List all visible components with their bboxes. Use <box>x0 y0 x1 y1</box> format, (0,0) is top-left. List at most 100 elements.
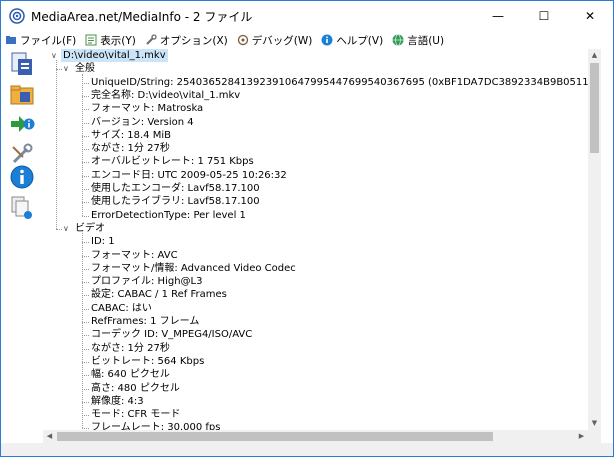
menu-file[interactable]: ファイル(F) <box>1 31 81 49</box>
tree-item: フォーマット: AVC <box>91 249 178 261</box>
mediainfo-app-icon <box>9 8 25 24</box>
tree-item: バージョン: Version 4 <box>91 116 194 128</box>
open-folder-button[interactable] <box>9 82 35 108</box>
tree-connector <box>82 135 89 137</box>
tree-item: ID: 1 <box>91 236 115 248</box>
tree-item: モード: CFR モード <box>91 409 181 421</box>
close-button[interactable]: ✕ <box>567 1 613 31</box>
tree-connector <box>82 202 89 204</box>
section-expand-chevron-icon[interactable]: ∨ <box>63 224 71 233</box>
tree-connector <box>82 348 89 350</box>
menu-file-label: ファイル(F) <box>20 34 77 47</box>
tree-connector <box>82 82 89 84</box>
folder-icon <box>6 36 16 44</box>
tree-connector <box>82 95 89 97</box>
info-icon <box>10 165 34 189</box>
open-file-button[interactable] <box>9 51 35 77</box>
about-button[interactable] <box>9 164 35 190</box>
scroll-up-arrow-icon[interactable]: ▲ <box>588 49 601 62</box>
tree-connector <box>82 295 89 297</box>
scroll-down-arrow-icon[interactable]: ▼ <box>588 417 601 430</box>
open-folder-icon <box>10 85 34 105</box>
scroll-left-arrow-icon[interactable]: ◀ <box>43 430 56 443</box>
tree-item: 高さ: 480 ピクセル <box>91 382 180 394</box>
tree-item: 設定: CABAC / 1 Ref Frames <box>91 289 227 301</box>
tree-connector <box>82 401 89 403</box>
menu-view-label: 表示(Y) <box>100 34 136 47</box>
tree-item: 完全名称: D:\video\vital_1.mkv <box>91 89 241 101</box>
horizontal-scrollbar[interactable]: ◀ ▶ <box>43 430 588 443</box>
tree-item: ながさ: 1分 27秒 <box>91 342 170 354</box>
tree-connector <box>82 189 89 190</box>
bug-icon <box>237 34 248 46</box>
title-bar[interactable]: MediaArea.net/MediaInfo - 2 ファイル — ☐ ✕ <box>1 1 613 31</box>
view-icon <box>85 34 97 46</box>
tree-connector <box>82 375 89 377</box>
mediainfo-window: MediaArea.net/MediaInfo - 2 ファイル — ☐ ✕ フ… <box>0 0 614 457</box>
tree-connector <box>82 322 89 323</box>
tree-connector <box>82 415 89 417</box>
menu-help[interactable]: ヘルプ(V) <box>317 31 388 49</box>
tree-connector <box>82 268 89 270</box>
menu-help-label: ヘルプ(V) <box>336 34 384 47</box>
tree-item: サイズ: 18.4 MiB <box>91 129 171 141</box>
tree-connector <box>82 388 89 390</box>
menu-language-label: 言語(U) <box>407 34 445 47</box>
globe-icon <box>392 34 404 46</box>
close-icon: ✕ <box>584 9 596 23</box>
tree-item: ビットレート: 564 Kbps <box>91 355 205 367</box>
tree-connector <box>82 215 89 217</box>
tree-connector <box>56 228 62 230</box>
tree-item: ながさ: 1分 27秒 <box>91 143 170 155</box>
tree-connector <box>82 162 89 164</box>
menu-options[interactable]: オプション(X) <box>141 31 233 49</box>
root-expand-chevron-icon[interactable]: ∨ <box>51 52 59 60</box>
tree-connector <box>82 255 89 257</box>
tree-item: フレームレート: 30.000 fps <box>91 422 221 430</box>
tree-connector <box>56 60 57 229</box>
menu-view[interactable]: 表示(Y) <box>81 31 141 49</box>
menu-language[interactable]: 言語(U) <box>388 31 449 49</box>
tree-item: プロファイル: High@L3 <box>91 276 203 288</box>
tree-connector <box>82 361 89 363</box>
tree-connector <box>82 73 83 216</box>
copy-button[interactable] <box>9 195 35 221</box>
status-bar <box>1 443 613 456</box>
tree-item: CABAC: はい <box>91 302 152 314</box>
tree-item: ErrorDetectionType: Per level 1 <box>91 209 246 221</box>
tree-item: 幅: 640 ピクセル <box>91 369 170 381</box>
tree-connector <box>82 233 83 429</box>
tree-section-label[interactable]: ビデオ <box>75 222 105 235</box>
tree-root-file[interactable]: D:\video\vital_1.mkv <box>61 49 168 62</box>
tree-item: 使用したライブラリ: Lavf58.17.100 <box>91 196 260 208</box>
horizontal-scroll-thumb[interactable] <box>57 432 493 441</box>
window-title: MediaArea.net/MediaInfo - 2 ファイル <box>31 9 253 24</box>
tree-item: 解像度: 4:3 <box>91 395 144 407</box>
tree-connector <box>82 242 89 244</box>
copy-files-icon <box>11 196 32 219</box>
toolbar-sidebar <box>1 49 43 456</box>
scrollbar-corner <box>588 430 601 443</box>
tree-section-label[interactable]: 全般 <box>75 62 95 75</box>
tree-connector <box>82 335 89 337</box>
maximize-button[interactable]: ☐ <box>521 1 567 31</box>
vertical-scroll-thumb[interactable] <box>590 63 599 153</box>
open-file-icon <box>11 52 32 75</box>
menu-debug-label: デバッグ(W) <box>251 34 313 47</box>
menu-debug[interactable]: デバッグ(W) <box>233 31 318 49</box>
tree-connector <box>82 308 89 310</box>
wrench-icon <box>146 34 157 45</box>
tree-item: 使用したエンコーダ: Lavf58.17.100 <box>91 183 260 194</box>
info-tree[interactable]: ∨ D:\video\vital_1.mkv ∨ 全般 UniqueID/String:… <box>43 49 588 430</box>
tree-connector <box>82 282 89 284</box>
minimize-icon: — <box>492 9 504 23</box>
section-expand-chevron-icon[interactable]: ∨ <box>63 65 71 73</box>
menu-bar: ファイル(F) 表示(Y) オプション(X) デバッグ(W) ヘルプ(V) 言語… <box>1 31 613 49</box>
vertical-scrollbar[interactable]: ▲ ▼ <box>588 49 601 430</box>
tree-item: フォーマット/情報: Advanced Video Codec <box>91 262 296 274</box>
maximize-icon: ☐ <box>538 9 550 23</box>
tree-item: オーバルビットレート: 1 751 Kbps <box>91 156 254 168</box>
scroll-right-arrow-icon[interactable]: ▶ <box>575 430 588 443</box>
minimize-button[interactable]: — <box>475 1 521 31</box>
export-button[interactable] <box>9 111 35 137</box>
